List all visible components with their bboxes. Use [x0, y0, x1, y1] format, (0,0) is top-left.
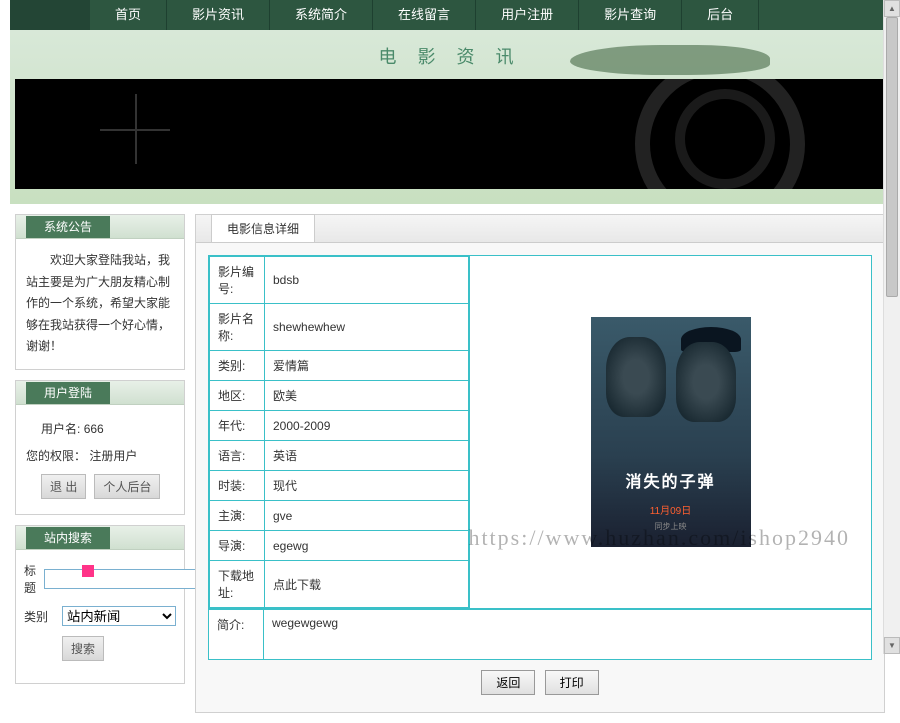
search-button[interactable]: 搜索 [62, 636, 104, 661]
nav-query[interactable]: 影片查询 [579, 0, 682, 30]
table-row: 简介: wegewgewg [209, 610, 872, 660]
nav-news[interactable]: 影片资讯 [167, 0, 270, 30]
announce-title: 系统公告 [26, 216, 110, 238]
table-row: 类别:爱情篇 [210, 351, 469, 381]
search-panel: 站内搜索 标题 类别 站内新闻 搜索 [15, 525, 185, 684]
scrollbar[interactable]: ▲ ▼ [883, 0, 900, 654]
search-field-label: 标题 [24, 562, 36, 596]
tab-detail[interactable]: 电影信息详细 [211, 214, 315, 242]
table-row: 影片编号:bdsb [210, 257, 469, 304]
search-cat-select[interactable]: 站内新闻 [62, 606, 176, 626]
table-row: 地区:欧美 [210, 381, 469, 411]
main-tabs: 电影信息详细 [196, 215, 884, 243]
scroll-up-icon[interactable]: ▲ [884, 0, 900, 17]
table-row: 主演:gve [210, 501, 469, 531]
logo-slot [10, 0, 90, 30]
banner-title: 电 影 资 讯 [10, 38, 890, 79]
action-bar: 返回 打印 [208, 660, 872, 700]
search-title: 站内搜索 [26, 527, 110, 549]
movie-poster: 消失的子弹 11月09日 同步上映 [591, 317, 751, 547]
table-row: 语言:英语 [210, 441, 469, 471]
table-row: 年代:2000-2009 [210, 411, 469, 441]
pink-marker-icon [82, 565, 94, 577]
table-row: 时装:现代 [210, 471, 469, 501]
personal-button[interactable]: 个人后台 [94, 474, 160, 499]
intro-table: 简介: wegewgewg [208, 609, 872, 660]
login-role-row: 您的权限： 注册用户 [26, 447, 174, 464]
role-label: 您的权限： [26, 449, 86, 463]
logout-button[interactable]: 退 出 [41, 474, 86, 499]
banner-image [15, 79, 885, 189]
print-button[interactable]: 打印 [545, 670, 599, 695]
nav-home[interactable]: 首页 [90, 0, 167, 30]
poster-sub: 同步上映 [591, 521, 751, 532]
table-row: 下载地址:点此下载 [210, 561, 469, 608]
nav-register[interactable]: 用户注册 [476, 0, 579, 30]
table-row: 导演:egewg [210, 531, 469, 561]
poster-date: 11月09日 [591, 502, 751, 517]
detail-table: 影片编号:bdsb 影片名称:shewhewhew 类别:爱情篇 地区:欧美 年… [209, 256, 469, 608]
banner: 电 影 资 讯 [10, 30, 890, 204]
nav-message[interactable]: 在线留言 [373, 0, 476, 30]
scroll-thumb[interactable] [886, 17, 898, 297]
username-value: 666 [84, 422, 104, 436]
announce-text: 欢迎大家登陆我站，我站主要是为广大朋友精心制作的一个系统，希望大家能够在我站获得… [26, 250, 174, 358]
detail-wrap: 影片编号:bdsb 影片名称:shewhewhew 类别:爱情篇 地区:欧美 年… [208, 255, 872, 609]
main-area: 电影信息详细 影片编号:bdsb 影片名称:shewhewhew 类别:爱情篇 … [195, 214, 885, 713]
top-nav: 首页 影片资讯 系统简介 在线留言 用户注册 影片查询 后台 [10, 0, 890, 30]
login-username-row: 用户名: 666 [26, 420, 174, 437]
login-title: 用户登陆 [26, 382, 110, 404]
announce-panel: 系统公告 欢迎大家登陆我站，我站主要是为广大朋友精心制作的一个系统，希望大家能够… [15, 214, 185, 370]
back-button[interactable]: 返回 [481, 670, 535, 695]
search-cat-label: 类别 [24, 608, 54, 625]
table-row: 影片名称:shewhewhew [210, 304, 469, 351]
login-panel: 用户登陆 用户名: 666 您的权限： 注册用户 退 出 个人后台 [15, 380, 185, 515]
nav-items: 首页 影片资讯 系统简介 在线留言 用户注册 影片查询 后台 [90, 0, 890, 30]
sidebar: 系统公告 欢迎大家登陆我站，我站主要是为广大朋友精心制作的一个系统，希望大家能够… [15, 214, 185, 713]
scroll-down-icon[interactable]: ▼ [884, 637, 900, 654]
nav-about[interactable]: 系统简介 [270, 0, 373, 30]
role-value: 注册用户 [89, 449, 137, 463]
poster-title: 消失的子弹 [591, 468, 751, 492]
nav-admin[interactable]: 后台 [682, 0, 759, 30]
username-label: 用户名: [41, 422, 80, 436]
download-link[interactable]: 点此下载 [265, 561, 469, 608]
